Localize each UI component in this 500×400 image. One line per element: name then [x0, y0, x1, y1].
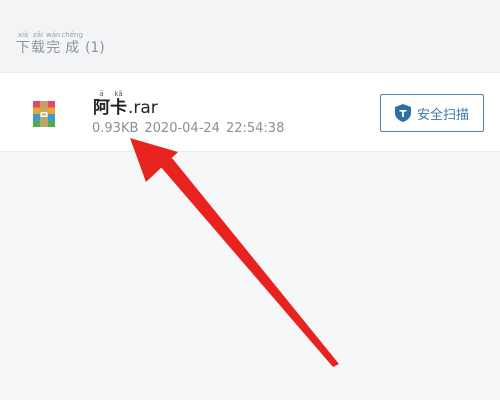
title-char: chéng 成 [61, 31, 83, 56]
shield-icon [394, 104, 411, 122]
hanzi: 卡 [110, 98, 127, 118]
file-size: 0.93KB [92, 121, 139, 136]
pinyin: wán [46, 31, 61, 39]
download-file-row[interactable]: ā 阿 kǎ 卡 .rar 0.93KB 2020-04-24 22:54:38 安… [0, 72, 500, 152]
security-scan-label: 安全扫描 [416, 107, 469, 123]
file-meta: 0.93KB 2020-04-24 22:54:38 [92, 121, 290, 136]
title-char: xià 下 [16, 31, 30, 56]
file-date: 2020-04-24 [144, 121, 220, 136]
hanzi: 阿 [93, 98, 110, 118]
file-time: 22:54:38 [225, 121, 285, 136]
pinyin: chéng [61, 31, 83, 39]
arrow-shaft [160, 158, 339, 367]
hanzi: 载 [31, 40, 45, 56]
hanzi: 完 [46, 40, 61, 56]
file-extension: .rar [128, 98, 158, 118]
hanzi: 成 [65, 40, 80, 56]
pinyin: ā [99, 90, 104, 98]
file-name-char: ā 阿 [93, 91, 110, 117]
download-page: xià 下 zǎi 载 wán 完 chéng 成 (1) ā 阿 kǎ 卡 .… [0, 0, 500, 400]
pinyin: kǎ [114, 90, 123, 98]
download-complete-header: xià 下 zǎi 载 wán 完 chéng 成 (1) [0, 0, 500, 72]
download-count: (1) [84, 40, 105, 56]
title-char: zǎi 载 [31, 31, 45, 56]
hanzi: 下 [16, 40, 30, 56]
title-char: wán 完 [46, 31, 61, 56]
winrar-archive-icon [33, 101, 55, 127]
pinyin: zǎi [33, 31, 43, 39]
file-name[interactable]: ā 阿 kǎ 卡 .rar [93, 91, 158, 117]
file-name-char: kǎ 卡 [110, 91, 127, 117]
pinyin: xià [17, 31, 29, 39]
section-title: xià 下 zǎi 载 wán 完 chéng 成 (1) [16, 31, 105, 56]
security-scan-button[interactable]: 安全扫描 [380, 94, 484, 132]
